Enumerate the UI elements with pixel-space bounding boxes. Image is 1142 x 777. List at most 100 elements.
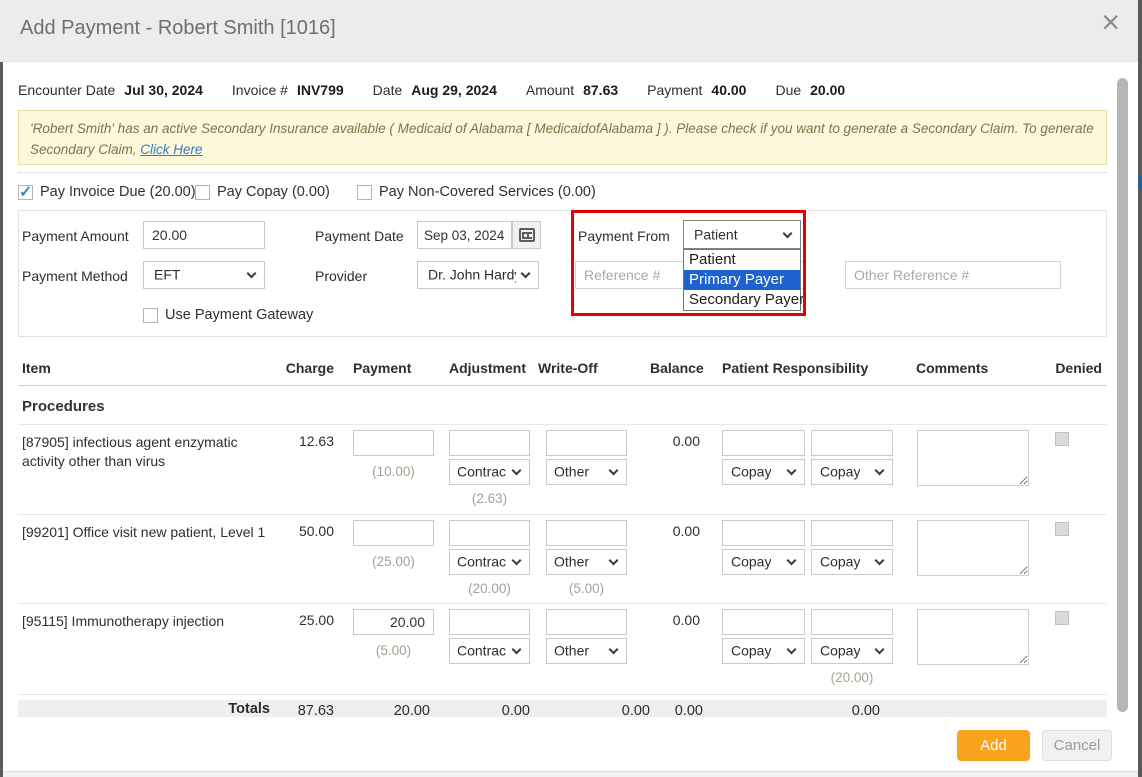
page-title: Add Payment - Robert Smith [1016] bbox=[20, 17, 336, 40]
pay-invoice-due-checkbox[interactable] bbox=[18, 185, 33, 200]
adjustment-hint: (2.63) bbox=[449, 491, 530, 506]
pay-noncovered-option: Pay Non-Covered Services (0.00) bbox=[357, 183, 596, 201]
writeoff-hint: (5.00) bbox=[546, 581, 627, 596]
denied-checkbox[interactable] bbox=[1055, 522, 1069, 536]
chevron-down-icon bbox=[512, 556, 522, 566]
dotted-divider bbox=[18, 172, 1107, 173]
provider-select[interactable]: Dr. John Hardy bbox=[417, 261, 539, 289]
pr-amount-input-1[interactable] bbox=[722, 430, 805, 456]
payment-amount-label: Payment Amount bbox=[22, 228, 129, 244]
row-divider bbox=[18, 424, 1107, 425]
charge-value: 12.63 bbox=[268, 433, 334, 449]
column-header-adjustment: Adjustment bbox=[449, 360, 526, 376]
scrollbar-thumb[interactable] bbox=[1117, 78, 1128, 712]
payment-date-input[interactable] bbox=[417, 221, 512, 249]
payment-input[interactable] bbox=[353, 520, 434, 546]
summary-label: Encounter Date bbox=[18, 82, 115, 98]
denied-checkbox[interactable] bbox=[1055, 432, 1069, 446]
comments-textarea[interactable] bbox=[917, 520, 1029, 576]
page-edge-right bbox=[1138, 0, 1142, 777]
chevron-down-icon bbox=[247, 269, 257, 279]
pr-type-select-2[interactable]: Copay bbox=[811, 549, 893, 575]
summary-label: Payment bbox=[647, 82, 702, 98]
summary-value: 87.63 bbox=[583, 82, 618, 98]
adjustment-type-select[interactable]: Contrac bbox=[449, 638, 530, 664]
summary-value: Jul 30, 2024 bbox=[124, 82, 203, 98]
dropdown-option-secondary-payer[interactable]: Secondary Payer bbox=[684, 290, 800, 310]
close-icon[interactable]: × bbox=[1101, 6, 1120, 38]
column-header-patient-responsibility: Patient Responsibility bbox=[722, 360, 868, 376]
payment-amount-input[interactable] bbox=[143, 221, 265, 249]
pr-amount-input-2[interactable] bbox=[811, 609, 893, 635]
pay-copay-label: Pay Copay (0.00) bbox=[217, 184, 330, 200]
row-divider bbox=[18, 514, 1107, 515]
adjustment-type-select[interactable]: Contrac bbox=[449, 549, 530, 575]
click-here-link[interactable]: Click Here bbox=[140, 142, 202, 157]
pr-type-select-2[interactable]: Copay bbox=[811, 459, 893, 485]
pr-amount-input-1[interactable] bbox=[722, 520, 805, 546]
pr-amount-input-2[interactable] bbox=[811, 430, 893, 456]
column-header-item: Item bbox=[22, 360, 51, 376]
adjustment-input[interactable] bbox=[449, 609, 530, 635]
totals-adjustment: 0.00 bbox=[470, 703, 530, 717]
chevron-down-icon bbox=[875, 556, 885, 566]
adjustment-input[interactable] bbox=[449, 520, 530, 546]
payment-from-select[interactable]: Patient bbox=[683, 220, 801, 249]
pr-type-select-1[interactable]: Copay bbox=[722, 638, 805, 664]
writeoff-type-select[interactable]: Other bbox=[546, 549, 627, 575]
dropdown-option-patient[interactable]: Patient bbox=[684, 250, 800, 270]
comments-textarea[interactable] bbox=[917, 609, 1029, 665]
writeoff-type-select[interactable]: Other bbox=[546, 638, 627, 664]
pay-noncovered-checkbox[interactable] bbox=[357, 185, 372, 200]
summary-label: Date bbox=[373, 82, 403, 98]
pay-copay-checkbox[interactable] bbox=[195, 185, 210, 200]
chevron-down-icon bbox=[787, 645, 797, 655]
payment-from-dropdown: Patient Primary Payer Secondary Payer bbox=[683, 249, 801, 311]
other-reference-input[interactable] bbox=[845, 261, 1061, 289]
adjustment-input[interactable] bbox=[449, 430, 530, 456]
secondary-insurance-banner: 'Robert Smith' has an active Secondary I… bbox=[18, 110, 1107, 165]
pr-type-select-2[interactable]: Copay bbox=[811, 638, 893, 664]
column-header-writeoff: Write-Off bbox=[538, 360, 598, 376]
chevron-down-icon bbox=[609, 556, 619, 566]
totals-payment: 20.00 bbox=[370, 703, 430, 717]
procedure-description: [99201] Office visit new patient, Level … bbox=[22, 523, 274, 542]
payment-input[interactable] bbox=[353, 430, 434, 456]
totals-charge: 87.63 bbox=[274, 703, 334, 717]
payment-method-select[interactable]: EFT bbox=[143, 261, 265, 289]
payment-input[interactable] bbox=[353, 609, 434, 635]
writeoff-input[interactable] bbox=[546, 520, 627, 546]
chevron-down-icon bbox=[512, 645, 522, 655]
column-header-payment: Payment bbox=[353, 360, 411, 376]
calendar-button[interactable] bbox=[512, 221, 541, 249]
pr-type-select-1[interactable]: Copay bbox=[722, 549, 805, 575]
chevron-down-icon bbox=[609, 645, 619, 655]
page-edge-notch bbox=[1138, 176, 1142, 189]
pay-invoice-due-option: Pay Invoice Due (20.00) bbox=[18, 183, 196, 201]
procedure-description: [95115] Immunotherapy injection bbox=[22, 612, 274, 631]
adjustment-hint: (20.00) bbox=[449, 581, 530, 596]
add-button[interactable]: Add bbox=[957, 730, 1030, 761]
denied-checkbox[interactable] bbox=[1055, 611, 1069, 625]
adjustment-type-select[interactable]: Contrac bbox=[449, 459, 530, 485]
column-header-denied: Denied bbox=[1046, 360, 1102, 376]
summary-label: Amount bbox=[526, 82, 574, 98]
totals-balance: 0.00 bbox=[643, 703, 703, 717]
chevron-down-icon bbox=[512, 466, 522, 476]
cancel-button[interactable]: Cancel bbox=[1042, 730, 1112, 761]
summary-value: INV799 bbox=[297, 82, 344, 98]
chevron-down-icon bbox=[521, 269, 531, 279]
totals-row: Totals 87.63 20.00 0.00 0.00 0.00 0.00 bbox=[18, 700, 1107, 717]
comments-textarea[interactable] bbox=[917, 430, 1029, 486]
writeoff-type-select[interactable]: Other bbox=[546, 459, 627, 485]
dropdown-option-primary-payer[interactable]: Primary Payer bbox=[684, 270, 800, 290]
pr-amount-input-2[interactable] bbox=[811, 520, 893, 546]
provider-label: Provider bbox=[315, 268, 367, 284]
use-payment-gateway-checkbox[interactable] bbox=[143, 308, 158, 323]
pr-amount-input-1[interactable] bbox=[722, 609, 805, 635]
chevron-down-icon bbox=[875, 645, 885, 655]
chevron-down-icon bbox=[787, 556, 797, 566]
writeoff-input[interactable] bbox=[546, 609, 627, 635]
pr-type-select-1[interactable]: Copay bbox=[722, 459, 805, 485]
writeoff-input[interactable] bbox=[546, 430, 627, 456]
